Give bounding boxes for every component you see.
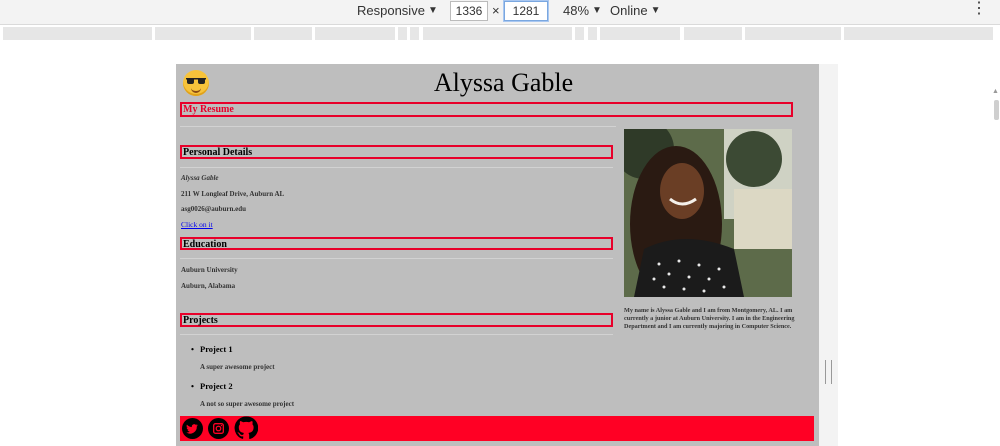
- viewport-right-gutter: [819, 64, 838, 446]
- devtools-toolbar: Responsive ▼ × 48% ▼ Online ▼ ⋮: [0, 0, 1000, 25]
- instagram-icon[interactable]: [208, 418, 229, 439]
- times-icon: ×: [492, 3, 500, 18]
- project-desc: A not so super awesome project: [200, 400, 295, 408]
- click-on-it-link[interactable]: Click on it: [181, 220, 213, 229]
- twitter-icon[interactable]: [182, 418, 203, 439]
- personal-name: Alyssa Gable: [181, 174, 219, 182]
- github-icon[interactable]: [234, 416, 258, 440]
- divider: [180, 167, 613, 168]
- height-input[interactable]: [504, 1, 548, 21]
- more-options-icon[interactable]: ⋮: [971, 1, 987, 17]
- education-school: Auburn University: [181, 266, 238, 274]
- education-heading: Education: [180, 237, 613, 250]
- personal-address: 211 W Longleaf Drive, Auburn AL: [181, 190, 285, 198]
- ruler-segment[interactable]: [684, 27, 742, 40]
- list-bullet: •: [191, 381, 194, 391]
- ruler-segment[interactable]: [600, 27, 680, 40]
- resume-heading: My Resume: [180, 102, 793, 117]
- scroll-up-arrow-icon[interactable]: ▲: [992, 88, 1000, 96]
- project-title: Project 2: [200, 381, 233, 391]
- profile-photo-image: [624, 129, 792, 297]
- education-location: Auburn, Alabama: [181, 282, 236, 290]
- device-select[interactable]: Responsive ▼: [357, 3, 438, 18]
- emulated-viewport: Alyssa Gable My Resume Personal Details …: [176, 64, 819, 446]
- page-title: Alyssa Gable: [433, 68, 574, 97]
- profile-photo: [624, 129, 792, 297]
- media-query-ruler: [0, 25, 1000, 43]
- chevron-down-icon: ▼: [592, 5, 602, 16]
- ruler-segment[interactable]: [745, 27, 841, 40]
- divider: [180, 126, 616, 127]
- zoom-select-label: 48%: [563, 3, 590, 18]
- ruler-segment[interactable]: [410, 27, 419, 40]
- scrollbar-thumb[interactable]: [994, 100, 999, 120]
- ruler-segment[interactable]: [398, 27, 407, 40]
- ruler-segment[interactable]: [3, 27, 152, 40]
- chevron-down-icon: ▼: [427, 5, 438, 16]
- personal-details-heading: Personal Details: [180, 145, 613, 159]
- bio-text: My name is Alyssa Gable and I am from Mo…: [624, 307, 795, 330]
- ruler-segment[interactable]: [844, 27, 993, 40]
- resize-handle[interactable]: [825, 360, 832, 384]
- personal-email: asg0026@auburn.edu: [181, 205, 247, 213]
- projects-heading: Projects: [180, 313, 613, 327]
- divider: [180, 334, 613, 335]
- project-title: Project 1: [200, 344, 233, 354]
- ruler-segment[interactable]: [254, 27, 312, 40]
- network-throttle-select[interactable]: Online ▼: [610, 3, 660, 18]
- network-select-label: Online: [610, 3, 648, 18]
- ruler-segment[interactable]: [423, 27, 572, 40]
- list-bullet: •: [191, 344, 194, 354]
- zoom-select[interactable]: 48% ▼: [563, 3, 602, 18]
- footer-bar: [180, 416, 814, 441]
- width-input[interactable]: [450, 1, 488, 21]
- device-select-label: Responsive: [357, 3, 425, 18]
- divider: [180, 258, 613, 259]
- ruler-segment[interactable]: [575, 27, 584, 40]
- chevron-down-icon: ▼: [650, 5, 661, 16]
- ruler-segment[interactable]: [315, 27, 395, 40]
- project-desc: A super awesome project: [200, 363, 275, 371]
- ruler-segment[interactable]: [155, 27, 251, 40]
- ruler-segment[interactable]: [588, 27, 597, 40]
